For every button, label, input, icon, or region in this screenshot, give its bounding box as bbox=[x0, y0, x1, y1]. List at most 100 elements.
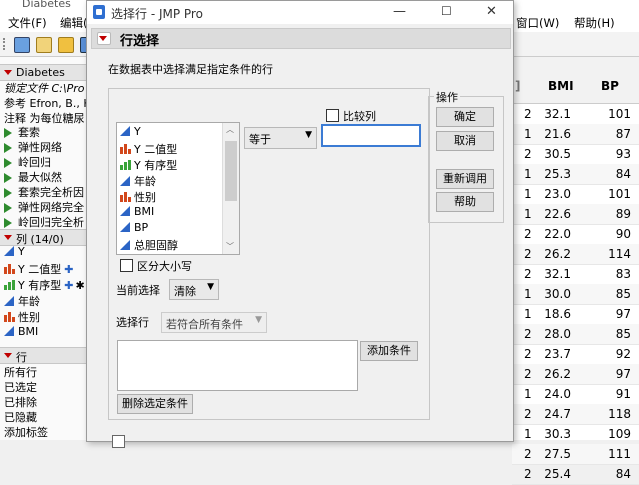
cell-bp[interactable]: 97 bbox=[616, 307, 631, 321]
column-list-item[interactable]: Y 有序型 bbox=[120, 157, 177, 173]
cell-col-a[interactable]: 2 bbox=[524, 107, 532, 121]
help-button[interactable]: 帮助 bbox=[436, 192, 494, 212]
cell-bmi[interactable]: 24.0 bbox=[544, 387, 571, 401]
table-row[interactable]: 2 32.1 101 bbox=[512, 104, 639, 125]
cell-col-a[interactable]: 1 bbox=[524, 307, 532, 321]
table-row[interactable]: 2 32.1 83 bbox=[512, 264, 639, 285]
column-listbox[interactable]: Y Y 二值型 Y 有序型 年龄 性别 BMI BP 总胆固醇 ︿ ﹀ bbox=[116, 122, 240, 255]
column-item[interactable]: Y bbox=[4, 245, 25, 258]
case-sensitive-checkbox[interactable] bbox=[120, 259, 133, 272]
table-row[interactable]: 2 25.4 84 bbox=[512, 464, 639, 485]
cell-col-a[interactable]: 2 bbox=[524, 227, 532, 241]
red-triangle-icon[interactable] bbox=[4, 353, 12, 358]
cell-bp[interactable]: 101 bbox=[608, 187, 631, 201]
new-script-icon[interactable] bbox=[36, 37, 52, 53]
cancel-button[interactable]: 取消 bbox=[436, 131, 494, 151]
menu-edit[interactable]: 编辑( bbox=[60, 15, 88, 31]
add-condition-button[interactable]: 添加条件 bbox=[360, 341, 418, 361]
cell-col-a[interactable]: 1 bbox=[524, 167, 532, 181]
scroll-down-icon[interactable]: ﹀ bbox=[226, 241, 234, 252]
column-list-item[interactable]: 性别 bbox=[120, 189, 156, 205]
ok-button[interactable]: 确定 bbox=[436, 107, 494, 127]
cell-bmi[interactable]: 27.5 bbox=[544, 447, 571, 461]
cell-col-a[interactable]: 1 bbox=[524, 287, 532, 301]
menu-window[interactable]: 窗口(W) bbox=[516, 15, 559, 31]
table-row[interactable]: 2 23.7 92 bbox=[512, 344, 639, 365]
cell-bmi[interactable]: 32.1 bbox=[544, 107, 571, 121]
table-row[interactable]: 2 28.0 85 bbox=[512, 324, 639, 345]
column-list-item[interactable]: Y bbox=[120, 125, 141, 141]
table-row[interactable]: 2 27.5 111 bbox=[512, 444, 639, 465]
cell-col-a[interactable]: 2 bbox=[524, 147, 532, 161]
table-row[interactable]: 1 22.6 89 bbox=[512, 204, 639, 225]
cell-col-a[interactable]: 2 bbox=[524, 327, 532, 341]
column-item[interactable]: BMI bbox=[4, 325, 38, 338]
value-input[interactable] bbox=[321, 124, 421, 147]
menu-file[interactable]: 文件(F) bbox=[8, 15, 47, 31]
cell-bp[interactable]: 101 bbox=[608, 107, 631, 121]
table-row[interactable]: 1 30.0 85 bbox=[512, 284, 639, 305]
table-row[interactable]: 2 26.2 114 bbox=[512, 244, 639, 265]
cell-col-a[interactable]: 2 bbox=[524, 347, 532, 361]
cell-bp[interactable]: 85 bbox=[616, 327, 631, 341]
cell-bmi[interactable]: 26.2 bbox=[544, 247, 571, 261]
table-row[interactable]: 1 25.3 84 bbox=[512, 164, 639, 185]
cell-bp[interactable]: 91 bbox=[616, 387, 631, 401]
minimize-button[interactable]: — bbox=[393, 4, 406, 19]
cell-bmi[interactable]: 21.6 bbox=[544, 127, 571, 141]
cell-bmi[interactable]: 26.2 bbox=[544, 367, 571, 381]
cell-bp[interactable]: 92 bbox=[616, 347, 631, 361]
cell-bp[interactable]: 109 bbox=[608, 427, 631, 441]
table-row[interactable]: 1 30.3 109 bbox=[512, 424, 639, 445]
cell-bmi[interactable]: 22.0 bbox=[544, 227, 571, 241]
column-header-bmi[interactable]: BMI bbox=[548, 79, 574, 93]
cell-bmi[interactable]: 23.0 bbox=[544, 187, 571, 201]
cell-bmi[interactable]: 25.3 bbox=[544, 167, 571, 181]
column-list-item[interactable]: Y 二值型 bbox=[120, 141, 177, 157]
conditions-list[interactable] bbox=[117, 340, 358, 391]
bottom-option-checkbox[interactable] bbox=[112, 435, 125, 448]
table-row[interactable]: 1 21.6 87 bbox=[512, 124, 639, 145]
table-row[interactable]: 1 24.0 91 bbox=[512, 384, 639, 405]
cell-bmi[interactable]: 18.6 bbox=[544, 307, 571, 321]
cell-bp[interactable]: 90 bbox=[616, 227, 631, 241]
maximize-button[interactable]: ☐ bbox=[441, 4, 452, 18]
red-triangle-icon[interactable] bbox=[99, 36, 107, 41]
table-row[interactable]: 2 24.7 118 bbox=[512, 404, 639, 425]
column-header-partial[interactable]: ] bbox=[515, 79, 520, 93]
column-list-item[interactable]: 年龄 bbox=[120, 173, 156, 189]
row-state-all[interactable]: 所有行 bbox=[4, 364, 37, 380]
scrollbar-thumb[interactable] bbox=[225, 141, 237, 201]
row-state-hidden[interactable]: 已隐藏 bbox=[4, 409, 37, 425]
script-item[interactable]: 弹性网络完全 bbox=[4, 199, 84, 215]
table-row[interactable]: 1 23.0 101 bbox=[512, 184, 639, 205]
column-list-item[interactable]: 总胆固醇 bbox=[120, 237, 178, 253]
cell-bp[interactable]: 89 bbox=[616, 207, 631, 221]
row-state-selected[interactable]: 已选定 bbox=[4, 379, 37, 395]
column-list-scrollbar[interactable]: ︿ ﹀ bbox=[222, 123, 239, 254]
column-item[interactable]: 性别 bbox=[4, 309, 40, 325]
cell-bmi[interactable]: 23.7 bbox=[544, 347, 571, 361]
red-triangle-icon[interactable] bbox=[4, 235, 12, 240]
column-header-bp[interactable]: BP bbox=[601, 79, 619, 93]
open-folder-icon[interactable] bbox=[58, 37, 74, 53]
table-row[interactable]: 1 18.6 97 bbox=[512, 304, 639, 325]
cell-bmi[interactable]: 30.5 bbox=[544, 147, 571, 161]
script-item[interactable]: 套索 bbox=[4, 124, 40, 140]
cell-col-a[interactable]: 2 bbox=[524, 407, 532, 421]
cell-bp[interactable]: 93 bbox=[616, 147, 631, 161]
cell-col-a[interactable]: 1 bbox=[524, 187, 532, 201]
cell-col-a[interactable]: 1 bbox=[524, 387, 532, 401]
cell-col-a[interactable]: 2 bbox=[524, 447, 532, 461]
cell-bmi[interactable]: 32.1 bbox=[544, 267, 571, 281]
table-row[interactable]: 2 26.2 97 bbox=[512, 364, 639, 385]
column-list-item[interactable]: BMI bbox=[120, 205, 154, 221]
cell-col-a[interactable]: 2 bbox=[524, 267, 532, 281]
cell-bp[interactable]: 87 bbox=[616, 127, 631, 141]
cell-bmi[interactable]: 25.4 bbox=[544, 467, 571, 481]
cell-col-a[interactable]: 1 bbox=[524, 127, 532, 141]
cell-col-a[interactable]: 2 bbox=[524, 247, 532, 261]
row-state-excluded[interactable]: 已排除 bbox=[4, 394, 37, 410]
cell-bp[interactable]: 84 bbox=[616, 167, 631, 181]
row-state-labeled[interactable]: 添加标签 bbox=[4, 424, 48, 440]
